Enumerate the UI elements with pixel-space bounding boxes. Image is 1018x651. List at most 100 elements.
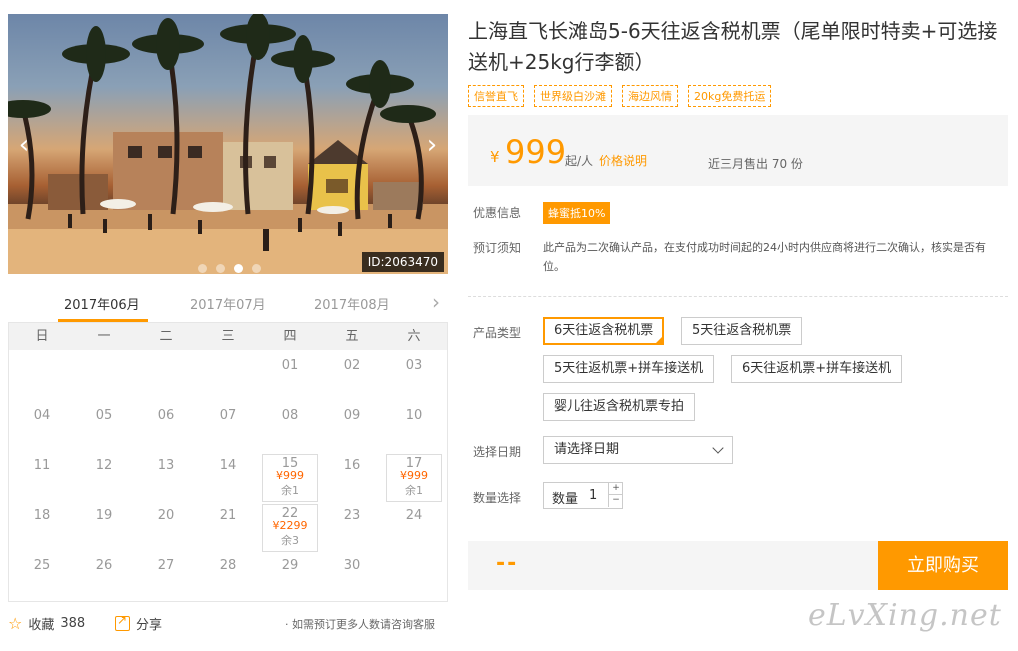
calendar-day-number: 02 xyxy=(343,358,361,373)
buy-now-button[interactable]: 立即购买 xyxy=(878,541,1008,590)
tab-month-august[interactable]: 2017年08月 xyxy=(314,294,390,313)
calendar-day-number: 29 xyxy=(281,558,299,573)
calendar-day: 19 xyxy=(73,502,135,552)
calendar-day-price: ¥999 xyxy=(276,469,304,482)
promo-label: 优惠信息 xyxy=(473,206,522,220)
calendar-day: 26 xyxy=(73,552,135,602)
calendar-empty-cell xyxy=(73,352,135,402)
order-total-bar: -- xyxy=(468,541,878,590)
tab-month-july[interactable]: 2017年07月 xyxy=(190,294,266,313)
tab-month-june[interactable]: 2017年06月 xyxy=(64,294,140,313)
gallery-prev-icon[interactable]: ‹ xyxy=(14,132,34,158)
share-icon xyxy=(115,613,130,631)
price-calendar: 日 一 二 三 四 五 六 01 02 03 04 05 06 07 08 09 10 11 12 13… xyxy=(8,322,448,602)
share-label: 分享 xyxy=(136,618,163,633)
calendar-day-number: 13 xyxy=(157,458,175,473)
calendar-day-number: 04 xyxy=(33,408,51,423)
calendar-day: 05 xyxy=(73,402,135,452)
price-unit: 起/人 xyxy=(565,154,594,168)
calendar-day: 13 xyxy=(135,452,197,502)
weekday-label: 六 xyxy=(407,329,421,344)
calendar-day-number: 09 xyxy=(343,408,361,423)
calendar-day-number: 10 xyxy=(405,408,423,423)
calendar-day: 21 xyxy=(197,502,259,552)
calendar-day: 07 xyxy=(197,402,259,452)
favorite-label: 收藏 xyxy=(28,618,55,633)
price-currency: ¥ xyxy=(490,148,500,166)
gallery-next-icon[interactable]: › xyxy=(422,132,442,158)
type-option-5day-ticket[interactable]: 5天往返含税机票 xyxy=(681,317,803,345)
quantity-value[interactable]: 1 xyxy=(589,488,597,503)
gallery-dot[interactable] xyxy=(252,264,261,273)
calendar-day: 25 xyxy=(11,552,73,602)
product-title: 上海直飞长滩岛5-6天往返含税机票（尾单限时特卖+可选接送机+25kg行李额） xyxy=(468,19,998,74)
consult-service-note[interactable]: · 如需预订更多人数请咨询客服 xyxy=(285,616,435,632)
order-total: -- xyxy=(496,551,519,576)
section-divider xyxy=(468,296,1008,297)
type-option-5day-ticket-transfer[interactable]: 5天往返机票+拼车接送机 xyxy=(543,355,715,383)
month-next-icon[interactable]: › xyxy=(432,290,440,314)
calendar-day: 20 xyxy=(135,502,197,552)
product-type-label: 产品类型 xyxy=(473,326,522,340)
calendar-day-available[interactable]: 22 ¥2299 余3 xyxy=(259,502,321,552)
type-option-6day-ticket[interactable]: 6天往返含税机票 xyxy=(543,317,665,345)
share-button[interactable]: 分享 xyxy=(115,613,163,633)
calendar-day-number: 16 xyxy=(343,458,361,473)
site-watermark: eLvXing.net xyxy=(808,598,1002,633)
calendar-day-number: 26 xyxy=(95,558,113,573)
date-select-value: 请选择日期 xyxy=(554,442,620,457)
quantity-decrement-button[interactable]: − xyxy=(608,495,623,507)
type-option-infant-ticket[interactable]: 婴儿往返含税机票专拍 xyxy=(543,393,696,421)
calendar-day-remaining: 余1 xyxy=(281,484,299,497)
month-tabs: 2017年06月 2017年07月 2017年08月 › xyxy=(8,286,448,322)
calendar-day: 27 xyxy=(135,552,197,602)
gallery-dot[interactable] xyxy=(216,264,225,273)
calendar-day: 01 xyxy=(259,352,321,402)
chevron-down-icon xyxy=(712,442,724,454)
quantity-inner-label: 数量 xyxy=(552,492,579,507)
date-select[interactable]: 请选择日期 xyxy=(543,436,733,464)
price-explanation-link[interactable]: 价格说明 xyxy=(599,152,647,169)
calendar-day-price: ¥2299 xyxy=(272,519,308,532)
calendar-day: 14 xyxy=(197,452,259,502)
calendar-day: 16 xyxy=(321,452,383,502)
quantity-stepper[interactable]: 数量 1 + − xyxy=(543,482,623,509)
calendar-day: 03 xyxy=(383,352,445,402)
calendar-day-available[interactable]: 17 ¥999 余1 xyxy=(383,452,445,502)
calendar-day-grid: 01 02 03 04 05 06 07 08 09 10 11 12 13 14 15 ¥999 余1 16 17… xyxy=(9,350,447,602)
product-photo[interactable]: ‹ › ID:2063470 xyxy=(8,14,448,274)
calendar-day-number: 06 xyxy=(157,408,175,423)
calendar-day-number: 25 xyxy=(33,558,51,573)
product-tag: 20kg免费托运 xyxy=(688,85,772,107)
calendar-weekday-header: 日 一 二 三 四 五 六 xyxy=(9,323,447,350)
calendar-day-number: 05 xyxy=(95,408,113,423)
gallery-dot[interactable] xyxy=(198,264,207,273)
weekday-label: 日 xyxy=(35,329,49,344)
booking-notice: 此产品为二次确认产品，在支付成功时间起的24小时内供应商将进行二次确认，核实是否… xyxy=(543,241,986,273)
calendar-day: 24 xyxy=(383,502,445,552)
calendar-day-price: ¥999 xyxy=(400,469,428,482)
product-tags: 信誉直飞 世界级白沙滩 海边风情 20kg免费托运 xyxy=(468,85,772,107)
calendar-day-number: 11 xyxy=(33,458,51,473)
favorite-button[interactable]: ☆ 收藏 388 xyxy=(8,614,85,633)
calendar-day-available[interactable]: 15 ¥999 余1 xyxy=(259,452,321,502)
calendar-day-number: 23 xyxy=(343,508,361,523)
product-tag: 海边风情 xyxy=(622,85,678,107)
calendar-day: 08 xyxy=(259,402,321,452)
calendar-day-number: 21 xyxy=(219,508,237,523)
calendar-day: 11 xyxy=(11,452,73,502)
calendar-day-number: 28 xyxy=(219,558,237,573)
calendar-day: 18 xyxy=(11,502,73,552)
calendar-day: 06 xyxy=(135,402,197,452)
price-amount: 999 xyxy=(505,133,567,171)
type-option-6day-ticket-transfer[interactable]: 6天往返机票+拼车接送机 xyxy=(731,355,903,383)
calendar-day-number: 03 xyxy=(405,358,423,373)
beach-scene-image xyxy=(8,14,448,274)
promo-badge: 蜂蜜抵10% xyxy=(543,202,611,224)
calendar-day-number: 18 xyxy=(33,508,51,523)
calendar-day-number: 30 xyxy=(343,558,361,573)
quantity-increment-button[interactable]: + xyxy=(608,483,623,495)
calendar-empty-cell xyxy=(11,352,73,402)
product-tag: 世界级白沙滩 xyxy=(534,85,612,107)
gallery-dot[interactable] xyxy=(234,264,243,273)
